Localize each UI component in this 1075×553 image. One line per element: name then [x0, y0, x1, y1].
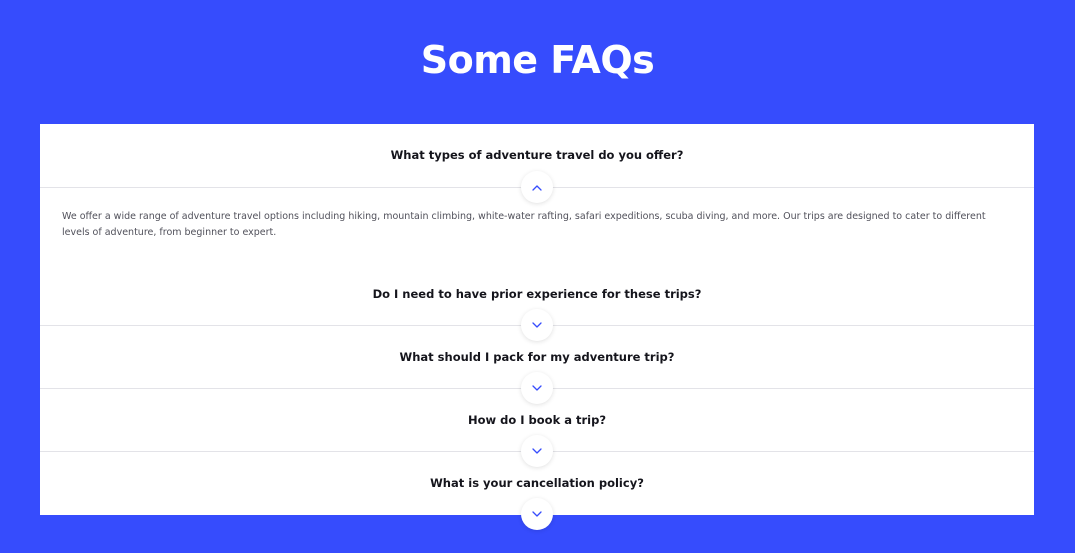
faq-question-cancellation[interactable]: What is your cancellation policy? [40, 476, 1034, 490]
page-title: Some FAQs [420, 38, 655, 82]
faq-question-booking[interactable]: How do I book a trip? [40, 413, 1034, 427]
chevron-down-icon [532, 447, 542, 454]
chevron-down-icon [532, 384, 542, 391]
chevron-down-icon [532, 321, 542, 328]
faq-question-packing[interactable]: What should I pack for my adventure trip… [40, 350, 1034, 364]
faq-answer-adventure-types: We offer a wide range of adventure trave… [62, 211, 986, 238]
faq-question-prior-experience[interactable]: Do I need to have prior experience for t… [40, 287, 1034, 301]
faq-question-adventure-types[interactable]: What types of adventure travel do you of… [40, 148, 1034, 162]
chevron-down-icon [532, 510, 542, 517]
faq-toggle-button[interactable] [521, 435, 553, 467]
chevron-up-icon [532, 184, 542, 191]
faq-toggle-button[interactable] [521, 309, 553, 341]
faq-toggle-button[interactable] [521, 498, 553, 530]
faq-toggle-button[interactable] [521, 372, 553, 404]
faq-toggle-button[interactable] [521, 171, 553, 203]
faq-list: What types of adventure travel do you of… [40, 124, 1034, 530]
